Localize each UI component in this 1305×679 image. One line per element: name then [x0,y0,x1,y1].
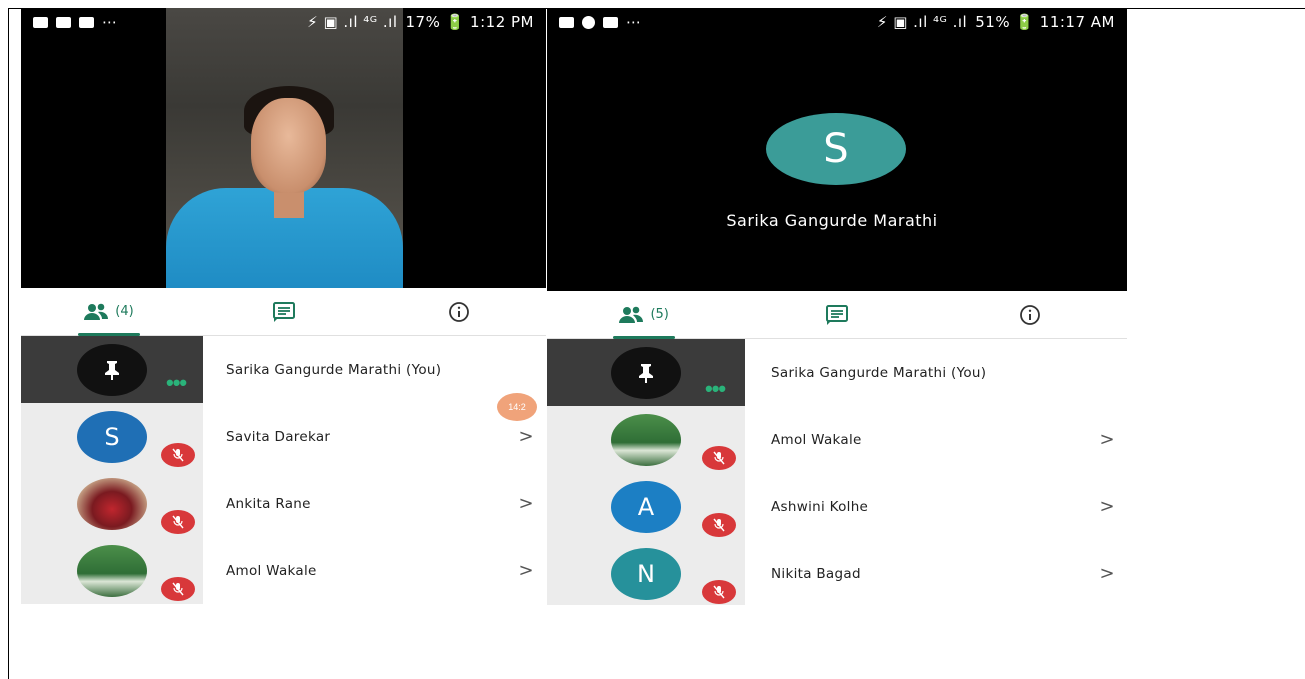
participant-avatar-photo [77,477,147,530]
participant-row[interactable]: S Savita Darekar > [21,403,546,470]
participant-row[interactable]: Ankita Rane > [21,470,546,537]
image-notification-icon [603,16,618,28]
tab-people[interactable]: (4) [21,288,196,335]
participant-name: Savita Darekar [226,428,331,445]
pin-icon [105,360,119,380]
call-tabs: (5) [547,291,1127,339]
self-avatar [611,346,681,399]
mic-off-icon [702,580,736,604]
participant-avatar-photo [77,544,147,597]
camera-notification-icon [33,16,48,28]
chat-icon [825,304,848,325]
tab-chat[interactable] [196,288,371,335]
tab-info[interactable] [371,288,546,335]
image-notification-icon [56,16,71,28]
signal-indicators: ⚡ ▣ .ıl ⁴ᴳ .ıl [307,13,398,31]
more-notifications-icon: ⋯ [626,13,643,31]
frame-border-left [8,8,9,679]
participant-row[interactable]: A Ashwini Kolhe > [547,473,1127,540]
participant-row-self[interactable]: ••• Sarika Gangurde Marathi (You) [21,336,546,403]
info-icon [448,301,469,322]
participant-row[interactable]: Amol Wakale > [547,406,1127,473]
chevron-right-icon[interactable]: > [1087,429,1127,450]
whatsapp-notification-icon [582,15,595,29]
people-icon [619,306,644,323]
people-icon [84,303,109,320]
info-icon [1020,304,1041,325]
participant-row[interactable]: N Nikita Bagad > [547,540,1127,605]
more-notifications-icon: ⋯ [102,13,119,31]
caller-name: Sarika Gangurde Marathi [726,211,938,230]
chevron-right-icon[interactable]: > [1087,563,1127,584]
participant-name: Sarika Gangurde Marathi (You) [771,364,987,381]
participant-name: Ashwini Kolhe [771,498,869,515]
participant-row[interactable]: Amol Wakale > [21,537,546,604]
status-bar: ⋯ ⚡ ▣ .ıl ⁴ᴳ .ıl 51% 🔋 11:17 AM [547,8,1127,36]
pin-icon [639,363,653,383]
chat-icon [272,301,295,322]
tab-chat[interactable] [740,291,933,338]
participant-avatar: A [611,480,681,533]
tab-people[interactable]: (5) [547,291,740,338]
mic-off-icon [161,577,195,601]
participant-name: Ankita Rane [226,495,311,512]
more-dots-icon[interactable]: ••• [166,372,187,394]
participant-avatar-photo [611,413,681,466]
people-count: (5) [650,307,669,322]
video-area: ⋯ ⚡ ▣ .ıl ⁴ᴳ .ıl 51% 🔋 11:17 AM S Sarika… [547,8,1127,291]
participant-name: Amol Wakale [226,562,317,579]
participant-list: ••• Sarika Gangurde Marathi (You) Amol W… [547,339,1127,605]
self-avatar [77,343,147,396]
participant-avatar: N [611,547,681,600]
chevron-right-icon[interactable]: > [1087,496,1127,517]
caller-avatar: S [766,113,906,185]
participant-name: Sarika Gangurde Marathi (You) [226,361,442,378]
people-count: (4) [115,304,134,319]
phone-screenshot-1: ⋯ ⚡ ▣ .ıl ⁴ᴳ .ıl 17% 🔋 1:12 PM (4) ••• S… [21,8,546,605]
battery-time: 51% 🔋 11:17 AM [975,13,1115,31]
participant-avatar: S [77,410,147,463]
tab-info[interactable] [934,291,1127,338]
message-notification-icon [559,16,574,28]
more-dots-icon[interactable]: ••• [705,378,726,400]
floating-chat-bubble[interactable]: 14:2 [497,393,537,421]
mic-off-icon [161,443,195,467]
battery-time: 17% 🔋 1:12 PM [405,13,534,31]
participant-video[interactable] [166,8,403,288]
mic-off-icon [702,446,736,470]
participant-name: Amol Wakale [771,431,862,448]
signal-indicators: ⚡ ▣ .ıl ⁴ᴳ .ıl [876,13,968,31]
participant-name: Nikita Bagad [771,565,861,582]
call-tabs: (4) [21,288,546,336]
mic-off-icon [161,510,195,534]
chevron-right-icon[interactable]: > [506,560,546,581]
video-area: ⋯ ⚡ ▣ .ıl ⁴ᴳ .ıl 17% 🔋 1:12 PM [21,8,546,288]
participant-list: ••• Sarika Gangurde Marathi (You) S Savi… [21,336,546,604]
mic-off-icon [702,513,736,537]
chevron-right-icon[interactable]: > [506,426,546,447]
status-bar: ⋯ ⚡ ▣ .ıl ⁴ᴳ .ıl 17% 🔋 1:12 PM [21,8,546,36]
chevron-right-icon[interactable]: > [506,493,546,514]
message-notification-icon [79,16,94,28]
phone-screenshot-2: ⋯ ⚡ ▣ .ıl ⁴ᴳ .ıl 51% 🔋 11:17 AM S Sarika… [547,8,1127,605]
participant-row-self[interactable]: ••• Sarika Gangurde Marathi (You) [547,339,1127,406]
